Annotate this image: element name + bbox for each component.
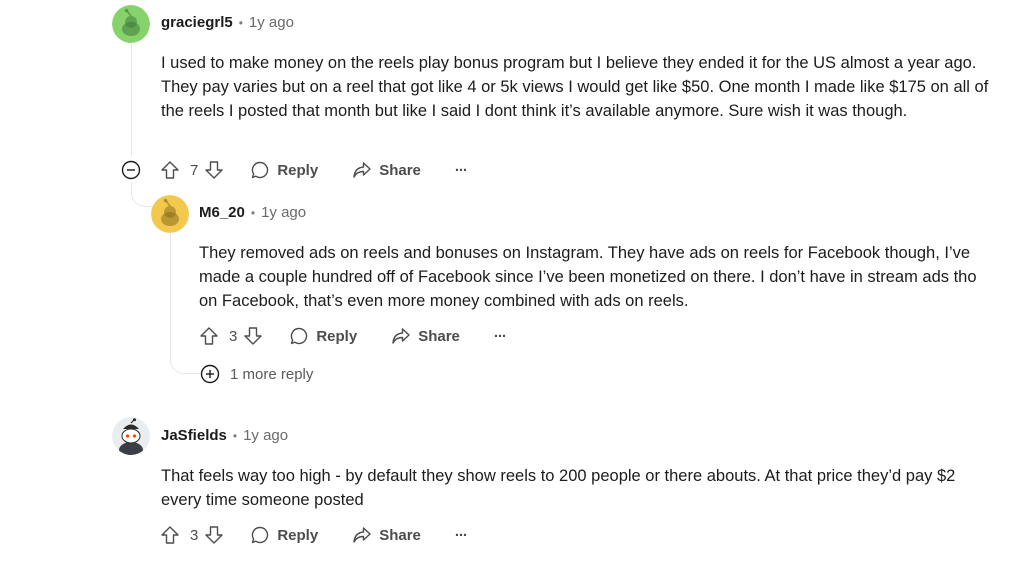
collapse-thread-button[interactable]: [121, 160, 141, 180]
thread-line: [131, 44, 132, 156]
comment-body: That feels way too high - by default the…: [161, 464, 971, 512]
timestamp[interactable]: 1y ago: [261, 204, 306, 221]
vote-count: 7: [190, 161, 199, 179]
share-icon: [353, 527, 371, 543]
expand-plus-icon: [200, 364, 220, 384]
meta-separator: •: [232, 428, 238, 443]
comment-actions: 3 Reply Share ···: [199, 323, 507, 349]
reply-button[interactable]: Reply: [250, 160, 318, 180]
share-button[interactable]: Share: [391, 326, 460, 346]
upvote-icon: [161, 526, 179, 544]
reply-button[interactable]: Reply: [289, 326, 357, 346]
more-options-button[interactable]: ···: [455, 527, 468, 544]
share-icon: [392, 328, 410, 344]
comment-meta: M6_20 • 1y ago: [199, 204, 306, 221]
collapse-icon: [121, 160, 141, 180]
comment-meta: JaSfields • 1y ago: [161, 427, 288, 444]
username[interactable]: JaSfields: [161, 427, 227, 444]
share-label: Share: [379, 526, 421, 544]
reply-button[interactable]: Reply: [250, 525, 318, 545]
share-label: Share: [379, 161, 421, 179]
meta-separator: •: [250, 205, 256, 220]
comment-text: I used to make money on the reels play b…: [161, 54, 989, 120]
comment-text: They removed ads on reels and bonuses on…: [199, 244, 977, 310]
timestamp[interactable]: 1y ago: [243, 427, 288, 444]
comment-bubble-icon: [252, 526, 269, 544]
comment-body: They removed ads on reels and bonuses on…: [199, 241, 994, 313]
upvote-button[interactable]: [199, 326, 219, 346]
upvote-button[interactable]: [160, 160, 180, 180]
avatar[interactable]: [112, 5, 150, 43]
snoo-avatar-icon: [112, 417, 150, 455]
share-button[interactable]: Share: [352, 525, 421, 545]
snoo-avatar-icon: [151, 195, 189, 233]
username[interactable]: M6_20: [199, 204, 245, 221]
downvote-button[interactable]: [204, 160, 224, 180]
upvote-button[interactable]: [160, 525, 180, 545]
username[interactable]: graciegrl5: [161, 14, 233, 31]
downvote-button[interactable]: [243, 326, 263, 346]
comment-bubble-icon: [252, 161, 269, 179]
reply-label: Reply: [277, 526, 319, 544]
share-icon: [353, 162, 371, 178]
thread-line: [170, 234, 171, 354]
avatar[interactable]: [151, 195, 189, 233]
downvote-button[interactable]: [204, 525, 224, 545]
more-options-button[interactable]: ···: [494, 328, 507, 345]
upvote-icon: [200, 327, 218, 345]
vote-count: 3: [229, 327, 238, 345]
comment-body: I used to make money on the reels play b…: [161, 51, 991, 123]
more-replies-button[interactable]: 1 more reply: [200, 364, 313, 384]
comment-bubble-icon: [291, 327, 308, 345]
reply-label: Reply: [277, 161, 319, 179]
meta-separator: •: [238, 15, 243, 30]
share-button[interactable]: Share: [352, 160, 421, 180]
thread-connector: [131, 182, 153, 207]
thread-connector: [170, 350, 200, 374]
comment-text: That feels way too high - by default the…: [161, 467, 956, 509]
downvote-icon: [205, 161, 224, 179]
more-replies-label: 1 more reply: [230, 365, 314, 383]
more-options-button[interactable]: ···: [455, 162, 468, 179]
share-label: Share: [418, 327, 460, 345]
comment-meta: graciegrl5 • 1y ago: [161, 14, 294, 31]
avatar[interactable]: [112, 417, 150, 455]
upvote-icon: [161, 161, 179, 179]
snoo-avatar-icon: [112, 5, 150, 43]
downvote-icon: [205, 526, 224, 544]
timestamp[interactable]: 1y ago: [249, 14, 294, 31]
reply-label: Reply: [316, 327, 358, 345]
downvote-icon: [244, 327, 263, 345]
comment-actions: 7 Reply Share ···: [160, 157, 468, 183]
vote-count: 3: [190, 526, 199, 544]
comment-actions: 3 Reply Share ···: [160, 522, 468, 548]
